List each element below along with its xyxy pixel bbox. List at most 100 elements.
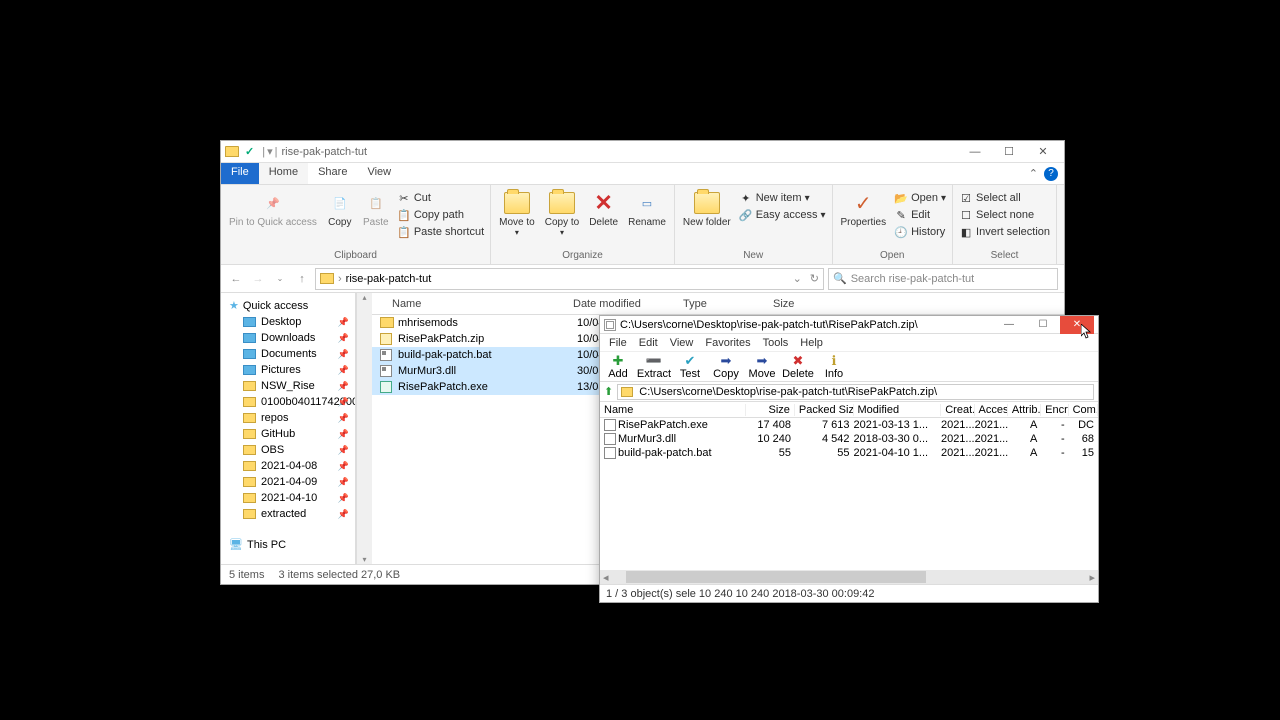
copy-path-button[interactable]: 📋Copy path: [395, 207, 486, 223]
help-icon[interactable]: ?: [1044, 167, 1058, 181]
zip-col-accessed[interactable]: Acces...: [975, 404, 1008, 416]
history-button[interactable]: 🕘History: [892, 224, 948, 240]
up-icon[interactable]: ⬆: [604, 385, 613, 398]
zip-horizontal-scrollbar[interactable]: ◂ ▸: [600, 570, 1098, 584]
sidebar-item[interactable]: Desktop📌: [221, 314, 355, 330]
recent-button[interactable]: ⌄: [271, 270, 289, 288]
zip-minimize-button[interactable]: —: [992, 316, 1026, 334]
refresh-icon[interactable]: ↻: [810, 272, 819, 285]
zip-maximize-button[interactable]: ☐: [1026, 316, 1060, 334]
zip-col-comment[interactable]: Com...: [1069, 404, 1098, 416]
zip-info-button[interactable]: ℹInfo: [816, 352, 852, 381]
sidebar-item[interactable]: Downloads📌: [221, 330, 355, 346]
zip-menu-view[interactable]: View: [665, 336, 699, 350]
folder-icon: [243, 429, 256, 439]
dropdown-icon[interactable]: ▾: [267, 145, 273, 158]
new-item-button[interactable]: ✦New item ▾: [737, 190, 828, 206]
sidebar-item[interactable]: repos📌: [221, 410, 355, 426]
zip-col-attrib[interactable]: Attrib...: [1008, 404, 1041, 416]
tab-share[interactable]: Share: [308, 163, 357, 184]
zip-col-created[interactable]: Creat...: [941, 404, 974, 416]
minimize-button[interactable]: —: [958, 141, 992, 163]
forward-button[interactable]: →: [249, 270, 267, 288]
select-none-button[interactable]: ☐Select none: [957, 207, 1052, 223]
chevron-down-icon[interactable]: ⌄: [793, 272, 802, 285]
titlebar[interactable]: ✓ | ▾ | rise-pak-patch-tut — ☐ ✕: [221, 141, 1064, 163]
zip-col-encrypted[interactable]: Encry...: [1041, 404, 1068, 416]
zip-file-size: 55: [746, 447, 795, 459]
nav-scrollbar[interactable]: [356, 293, 372, 564]
tab-view[interactable]: View: [357, 163, 401, 184]
this-pc[interactable]: 🖥This PC: [221, 534, 355, 555]
zip-test-button[interactable]: ✔Test: [672, 352, 708, 381]
column-date[interactable]: Date modified: [567, 298, 677, 310]
invert-selection-button[interactable]: ◧Invert selection: [957, 224, 1052, 240]
pin-quick-access-button[interactable]: 📌Pin to Quick access: [225, 188, 321, 249]
zip-titlebar[interactable]: C:\Users\corne\Desktop\rise-pak-patch-tu…: [600, 316, 1098, 334]
maximize-button[interactable]: ☐: [992, 141, 1026, 163]
sidebar-item[interactable]: Documents📌: [221, 346, 355, 362]
zip-menu-tools[interactable]: Tools: [758, 336, 794, 350]
sidebar-item[interactable]: GitHub📌: [221, 426, 355, 442]
tab-home[interactable]: Home: [259, 163, 308, 184]
collapse-ribbon-icon[interactable]: ⌃: [1029, 167, 1038, 180]
breadcrumb-item[interactable]: rise-pak-patch-tut: [346, 273, 432, 285]
new-folder-button[interactable]: New folder: [679, 188, 735, 249]
extract-icon: ➖: [646, 354, 662, 368]
zip-copy-button[interactable]: ➡Copy: [708, 352, 744, 381]
zip-col-size[interactable]: Size: [746, 404, 795, 416]
column-name[interactable]: Name: [372, 298, 567, 310]
sidebar-item[interactable]: 0100b04011742000📌: [221, 394, 355, 410]
scroll-left-icon[interactable]: ◂: [600, 571, 612, 584]
sidebar-item[interactable]: NSW_Rise📌: [221, 378, 355, 394]
scrollbar-thumb[interactable]: [626, 571, 926, 583]
sidebar-item[interactable]: Pictures📌: [221, 362, 355, 378]
back-button[interactable]: ←: [227, 270, 245, 288]
zip-col-name[interactable]: Name: [600, 404, 746, 416]
zip-move-button[interactable]: ➡Move: [744, 352, 780, 381]
paste-button[interactable]: 📋Paste: [359, 188, 393, 249]
close-button[interactable]: ✕: [1026, 141, 1060, 163]
properties-button[interactable]: ✓Properties: [837, 188, 891, 249]
sidebar-item[interactable]: 2021-04-08📌: [221, 458, 355, 474]
zip-file-row[interactable]: MurMur3.dll10 2404 5422018-03-30 0...202…: [600, 432, 1098, 446]
open-button[interactable]: 📂Open ▾: [892, 190, 948, 206]
zip-delete-button[interactable]: ✖Delete: [780, 352, 816, 381]
rename-button[interactable]: ▭Rename: [624, 188, 670, 249]
up-button[interactable]: ↑: [293, 270, 311, 288]
zip-menu-file[interactable]: File: [604, 336, 632, 350]
tab-file[interactable]: File: [221, 163, 259, 184]
cut-button[interactable]: ✂Cut: [395, 190, 486, 206]
move-to-button[interactable]: Move to▾: [495, 188, 539, 249]
copy-to-button[interactable]: Copy to▾: [541, 188, 583, 249]
zip-file-row[interactable]: RisePakPatch.exe17 4087 6132021-03-13 1.…: [600, 418, 1098, 432]
zip-col-packed[interactable]: Packed Size: [795, 404, 854, 416]
zip-col-modified[interactable]: Modified: [854, 404, 942, 416]
zip-extract-button[interactable]: ➖Extract: [636, 352, 672, 381]
zip-menu-help[interactable]: Help: [795, 336, 828, 350]
zip-address-field[interactable]: C:\Users\corne\Desktop\rise-pak-patch-tu…: [617, 384, 1094, 400]
file-name: build-pak-patch.bat: [398, 349, 577, 361]
zip-add-button[interactable]: ✚Add: [600, 352, 636, 381]
search-input[interactable]: 🔍 Search rise-pak-patch-tut: [828, 268, 1058, 290]
sidebar-item[interactable]: 2021-04-10📌: [221, 490, 355, 506]
address-bar[interactable]: › rise-pak-patch-tut ⌄ ↻: [315, 268, 824, 290]
column-type[interactable]: Type: [677, 298, 767, 310]
sidebar-item[interactable]: OBS📌: [221, 442, 355, 458]
pin-icon: 📌: [338, 493, 349, 504]
zip-menu-favorites[interactable]: Favorites: [700, 336, 755, 350]
easy-access-button[interactable]: 🔗Easy access ▾: [737, 207, 828, 223]
sidebar-item[interactable]: 2021-04-09📌: [221, 474, 355, 490]
paste-shortcut-button[interactable]: 📋Paste shortcut: [395, 224, 486, 240]
select-all-button[interactable]: ☑Select all: [957, 190, 1052, 206]
column-size[interactable]: Size: [767, 298, 837, 310]
sidebar-item[interactable]: extracted📌: [221, 506, 355, 522]
delete-button[interactable]: ✕Delete: [585, 188, 622, 249]
zip-menu-edit[interactable]: Edit: [634, 336, 663, 350]
scroll-right-icon[interactable]: ▸: [1086, 571, 1098, 584]
zip-file-row[interactable]: build-pak-patch.bat55552021-04-10 1...20…: [600, 446, 1098, 460]
edit-button[interactable]: ✎Edit: [892, 207, 948, 223]
zip-close-button[interactable]: ✕: [1060, 316, 1094, 334]
copy-button[interactable]: 📄Copy: [323, 188, 357, 249]
quick-access-header[interactable]: ★Quick access: [221, 297, 355, 314]
